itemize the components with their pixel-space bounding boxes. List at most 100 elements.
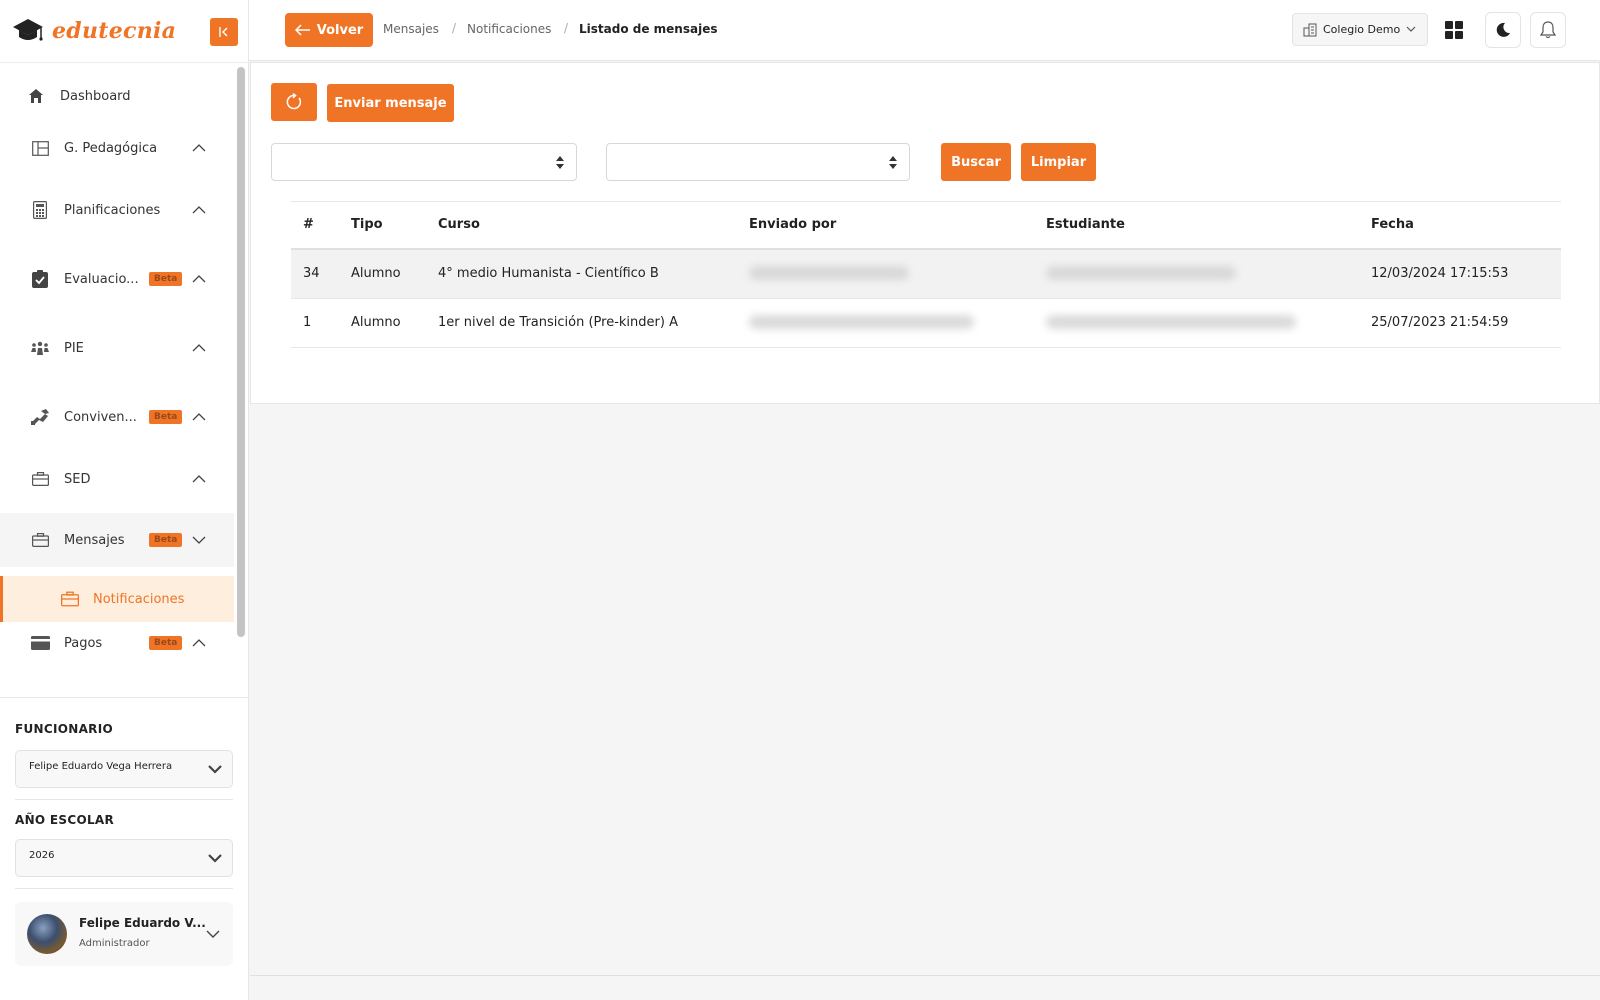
sidebar-subitem-notificaciones[interactable]: Notificaciones	[0, 576, 234, 622]
chevron-down-icon	[1406, 26, 1416, 32]
table-header: # Tipo Curso Enviado por Estudiante Fech…	[291, 201, 1561, 250]
column-header[interactable]: Enviado por	[749, 217, 836, 232]
sidebar-item-dashboard[interactable]: Dashboard	[0, 73, 234, 119]
messages-card: Enviar mensaje Buscar Limpiar # Tipo Cur…	[250, 62, 1600, 404]
sort-arrows-icon	[889, 156, 897, 169]
sidebar-subitem-label: Notificaciones	[93, 591, 185, 607]
clear-button[interactable]: Limpiar	[1021, 143, 1096, 181]
sidebar-item-mensajes[interactable]: Mensajes Beta	[0, 513, 234, 567]
column-header[interactable]: #	[303, 217, 314, 232]
sort-arrows-icon	[556, 156, 564, 169]
redacted-student	[1046, 315, 1296, 329]
column-header[interactable]: Estudiante	[1046, 217, 1125, 232]
avatar	[27, 914, 67, 954]
redacted-sender	[749, 315, 974, 329]
dark-mode-toggle[interactable]	[1485, 12, 1521, 48]
brand-logo-text: edutecnia	[52, 18, 177, 44]
chevron-down-icon	[208, 854, 222, 863]
calculator-icon	[30, 200, 50, 220]
breadcrumb-current: Listado de mensajes	[579, 22, 718, 36]
table-row[interactable]: 1 Alumno 1er nivel de Transición (Pre-ki…	[291, 299, 1561, 348]
messages-table: # Tipo Curso Enviado por Estudiante Fech…	[291, 201, 1561, 348]
briefcase-icon	[30, 530, 50, 550]
sidebar-item-planificaciones[interactable]: Planificaciones	[0, 187, 234, 233]
funcionario-select[interactable]: Felipe Eduardo Vega Herrera	[15, 750, 233, 788]
briefcase-icon	[61, 591, 79, 607]
apps-grid-icon[interactable]	[1445, 21, 1463, 39]
sidebar-item-label: Mensajes	[64, 532, 125, 548]
chevron-down-icon	[208, 765, 222, 774]
chevron-up-icon	[192, 344, 206, 352]
table-row[interactable]: 34 Alumno 4° medio Humanista - Científic…	[291, 250, 1561, 299]
chevron-up-icon	[192, 275, 206, 283]
sidebar-item-pagos[interactable]: Pagos Beta	[0, 620, 234, 666]
footer-divider	[250, 975, 1600, 976]
chevron-up-icon	[192, 639, 206, 647]
sidebar-item-label: Planificaciones	[64, 202, 161, 218]
chevron-up-icon	[192, 144, 206, 152]
sidebar-scrollbar[interactable]	[234, 63, 249, 697]
sidebar-item-g-pedagogica[interactable]: G. Pedagógica	[0, 125, 234, 171]
breadcrumb-notificaciones[interactable]: Notificaciones	[467, 22, 551, 36]
anio-escolar-value: 2026	[29, 850, 55, 861]
sidebar-item-pie[interactable]: PIE	[0, 325, 234, 371]
chevron-down-icon	[192, 536, 206, 544]
briefcase-icon	[30, 469, 50, 489]
credit-card-icon	[30, 633, 50, 653]
send-message-button[interactable]: Enviar mensaje	[327, 84, 454, 122]
column-header[interactable]: Tipo	[351, 217, 383, 232]
building-icon	[1303, 23, 1317, 36]
chevron-up-icon	[192, 475, 206, 483]
school-select[interactable]: Colegio Demo	[1292, 13, 1428, 46]
sidebar-item-label: PIE	[64, 340, 84, 356]
sidebar-item-sed[interactable]: SED	[0, 456, 234, 502]
filter-select-2[interactable]	[606, 143, 910, 181]
user-role: Administrador	[79, 938, 150, 949]
funcionario-label: FUNCIONARIO	[15, 722, 113, 736]
column-header[interactable]: Curso	[438, 217, 480, 232]
sidebar-item-convivencia[interactable]: Conviven... Beta	[0, 394, 234, 440]
redacted-student	[1046, 266, 1236, 280]
beta-badge: Beta	[149, 533, 183, 547]
bell-icon	[1540, 21, 1556, 39]
redacted-sender	[749, 266, 909, 280]
divider	[15, 888, 233, 889]
user-name: Felipe Eduardo V...	[79, 916, 206, 930]
refresh-button[interactable]	[271, 83, 317, 121]
column-header[interactable]: Fecha	[1371, 217, 1414, 232]
sidebar-item-evaluaciones[interactable]: Evaluacio... Beta	[0, 256, 234, 302]
sidebar-item-label: Conviven...	[64, 409, 137, 425]
refresh-icon	[286, 93, 302, 110]
clipboard-check-icon	[30, 269, 50, 289]
beta-badge: Beta	[149, 272, 183, 286]
sidebar-menu: Dashboard G. Pedagógica Planificaciones …	[0, 63, 234, 697]
cell-fecha: 25/07/2023 21:54:59	[1371, 315, 1509, 330]
anio-escolar-label: AÑO ESCOLAR	[15, 813, 115, 827]
beta-badge: Beta	[149, 636, 183, 650]
sidebar-item-label: SED	[64, 471, 91, 487]
beta-badge: Beta	[149, 410, 183, 424]
anio-escolar-select[interactable]: 2026	[15, 839, 233, 877]
back-button[interactable]: Volver	[285, 13, 373, 47]
layout-icon	[30, 138, 50, 158]
chevron-up-icon	[192, 413, 206, 421]
filter-select-1[interactable]	[271, 143, 577, 181]
sidebar-collapse-button[interactable]	[210, 18, 238, 46]
user-card[interactable]: Felipe Eduardo V... Administrador	[15, 902, 233, 966]
breadcrumb-separator: /	[564, 21, 569, 35]
people-icon	[30, 338, 50, 358]
sidebar-item-label: Dashboard	[60, 88, 131, 104]
arrow-left-icon	[294, 24, 310, 36]
search-button[interactable]: Buscar	[941, 143, 1011, 181]
breadcrumb-separator: /	[452, 21, 457, 35]
sidebar-scrollbar-thumb[interactable]	[237, 67, 245, 637]
cell-curso: 1er nivel de Transición (Pre-kinder) A	[438, 315, 678, 330]
sidebar-item-label: Evaluacio...	[64, 271, 139, 287]
home-icon	[26, 86, 46, 106]
sidebar: edutecnia Dashboard G. Pedagógica Planif…	[0, 0, 249, 1000]
school-name: Colegio Demo	[1323, 23, 1401, 36]
notifications-button[interactable]	[1530, 12, 1566, 48]
sidebar-bottom-panel: FUNCIONARIO Felipe Eduardo Vega Herrera …	[0, 697, 249, 1000]
back-button-label: Volver	[316, 22, 364, 38]
breadcrumb-mensajes[interactable]: Mensajes	[383, 22, 439, 36]
